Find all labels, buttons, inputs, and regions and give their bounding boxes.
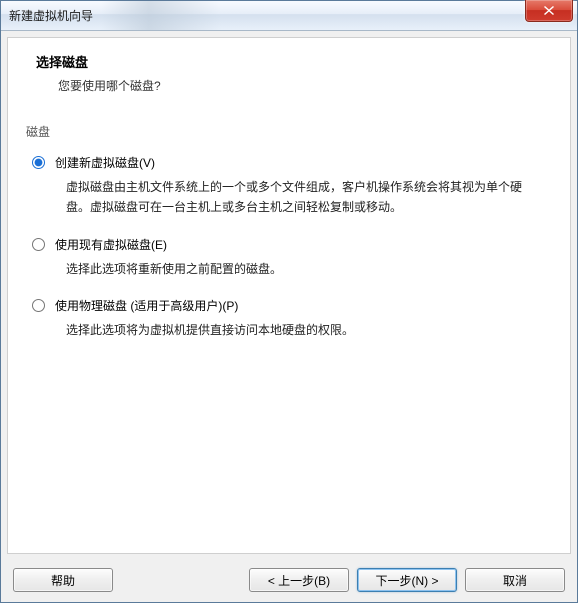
radio-create-new-disk[interactable] — [32, 156, 45, 169]
wizard-body: 磁盘 创建新虚拟磁盘(V) 虚拟磁盘由主机文件系统上的一个或多个文件组成，客户机… — [8, 109, 570, 553]
option-use-physical-disk[interactable]: 使用物理磁盘 (适用于高级用户)(P) — [26, 297, 552, 314]
cancel-button[interactable]: 取消 — [465, 568, 565, 592]
back-button[interactable]: < 上一步(B) — [249, 568, 349, 592]
option-desc: 虚拟磁盘由主机文件系统上的一个或多个文件组成，客户机操作系统会将其视为单个硬盘。… — [66, 177, 540, 218]
titlebar: 新建虚拟机向导 — [1, 1, 577, 31]
titlebar-decoration — [101, 1, 221, 30]
option-label: 使用现有虚拟磁盘(E) — [55, 236, 167, 253]
wizard-window: 新建虚拟机向导 选择磁盘 您要使用哪个磁盘? 磁盘 创建新虚拟磁盘(V) 虚拟磁… — [0, 0, 578, 603]
page-title: 选择磁盘 — [36, 52, 552, 71]
option-label: 创建新虚拟磁盘(V) — [55, 154, 155, 171]
option-desc: 选择此选项将为虚拟机提供直接访问本地硬盘的权限。 — [66, 320, 540, 340]
radio-use-existing-disk[interactable] — [32, 238, 45, 251]
option-create-new-disk[interactable]: 创建新虚拟磁盘(V) — [26, 154, 552, 171]
button-bar: 帮助 < 上一步(B) 下一步(N) > 取消 — [1, 560, 577, 602]
help-button[interactable]: 帮助 — [13, 568, 113, 592]
client-area: 选择磁盘 您要使用哪个磁盘? 磁盘 创建新虚拟磁盘(V) 虚拟磁盘由主机文件系统… — [1, 31, 577, 602]
content-panel: 选择磁盘 您要使用哪个磁盘? 磁盘 创建新虚拟磁盘(V) 虚拟磁盘由主机文件系统… — [7, 37, 571, 554]
section-label: 磁盘 — [26, 123, 552, 140]
page-subtitle: 您要使用哪个磁盘? — [36, 77, 552, 94]
radio-use-physical-disk[interactable] — [32, 299, 45, 312]
next-button[interactable]: 下一步(N) > — [357, 568, 457, 592]
option-label: 使用物理磁盘 (适用于高级用户)(P) — [55, 297, 238, 314]
window-title: 新建虚拟机向导 — [9, 7, 93, 24]
option-desc: 选择此选项将重新使用之前配置的磁盘。 — [66, 259, 540, 279]
close-icon — [543, 5, 555, 16]
option-use-existing-disk[interactable]: 使用现有虚拟磁盘(E) — [26, 236, 552, 253]
wizard-header: 选择磁盘 您要使用哪个磁盘? — [8, 38, 570, 108]
close-button[interactable] — [525, 0, 573, 22]
